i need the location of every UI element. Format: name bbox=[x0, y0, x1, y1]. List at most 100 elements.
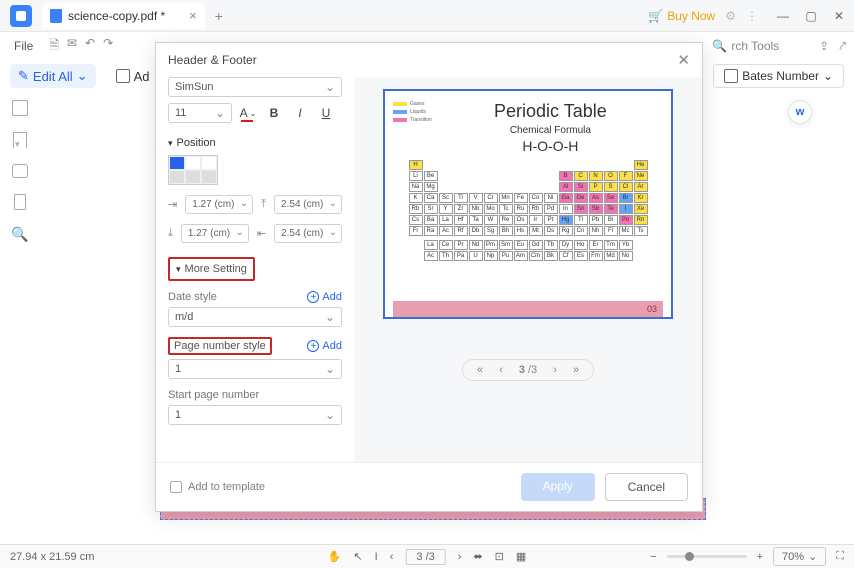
lanthanide-row: LaCePrNdPmSmEuGdTbDyHoErTmYb AcThPaUNpPu… bbox=[424, 240, 633, 261]
fit-width-icon[interactable]: ⬌ bbox=[473, 550, 482, 563]
preview-page-no: 03 bbox=[647, 304, 657, 314]
pos-bl[interactable] bbox=[169, 170, 185, 184]
start-page-value: 1 bbox=[175, 409, 181, 421]
cancel-label: Cancel bbox=[628, 480, 665, 494]
hand-tool-icon[interactable]: ✋ bbox=[328, 550, 342, 563]
add-to-template-checkbox[interactable]: Add to template bbox=[170, 481, 265, 493]
preview-pager: « ‹ 3 /3 › » bbox=[462, 359, 594, 381]
margin-bottom-input[interactable]: 1.27 (cm) bbox=[181, 224, 249, 243]
document-tab[interactable]: science-copy.pdf * × bbox=[42, 3, 205, 29]
dialog-header: Header & Footer ✕ bbox=[156, 43, 702, 77]
page-number-style-select[interactable]: 1 bbox=[168, 359, 342, 379]
margin-bottom-icon: ⤓ bbox=[168, 227, 173, 240]
fit-page-icon[interactable]: ⊡ bbox=[495, 550, 504, 563]
start-page-select[interactable]: 1 bbox=[168, 405, 342, 425]
comment-icon[interactable] bbox=[12, 164, 28, 178]
add-button[interactable]: Ad bbox=[116, 69, 150, 84]
search-icon[interactable]: 🔍 bbox=[712, 39, 727, 53]
plus-icon: + bbox=[307, 291, 319, 303]
margin-right-input[interactable]: 2.54 (cm) bbox=[274, 195, 342, 214]
prev-page-icon[interactable]: ‹ bbox=[390, 551, 394, 563]
more-icon[interactable]: ⋮ bbox=[746, 9, 758, 23]
next-page-button[interactable]: › bbox=[553, 364, 557, 376]
margin-left-input[interactable]: 2.54 (cm) bbox=[274, 224, 342, 243]
pencil-icon: ✎ bbox=[18, 68, 29, 84]
search-rail-icon[interactable]: 🔍 bbox=[11, 226, 28, 243]
add-to-template-label: Add to template bbox=[188, 481, 265, 493]
fullscreen-icon[interactable]: ⛶ bbox=[836, 550, 844, 563]
next-page-icon[interactable]: › bbox=[458, 551, 462, 563]
font-color-button[interactable]: A⌄ bbox=[238, 103, 258, 123]
save-icon[interactable]: 🗎 bbox=[49, 36, 59, 57]
dialog-footer: Add to template Apply Cancel bbox=[156, 462, 702, 511]
settings-icon[interactable]: ⚙ bbox=[725, 9, 736, 23]
attachment-icon[interactable] bbox=[14, 194, 26, 210]
italic-button[interactable]: I bbox=[290, 103, 310, 123]
apply-button[interactable]: Apply bbox=[521, 473, 595, 501]
export-icon[interactable]: ⇪ bbox=[819, 39, 829, 53]
pos-br[interactable] bbox=[201, 170, 217, 184]
pos-tr[interactable] bbox=[201, 156, 217, 170]
font-size-select[interactable]: 11 bbox=[168, 103, 232, 123]
zoom-thumb[interactable] bbox=[685, 552, 694, 561]
file-menu[interactable]: File bbox=[8, 35, 39, 57]
share-icon[interactable]: ⤤ bbox=[839, 39, 846, 54]
pos-tc[interactable] bbox=[185, 156, 201, 170]
cancel-button[interactable]: Cancel bbox=[605, 473, 688, 501]
font-family-select[interactable]: SimSun bbox=[168, 77, 342, 97]
maximize-button[interactable]: ▢ bbox=[800, 5, 822, 27]
bates-icon bbox=[724, 69, 738, 83]
pos-tl[interactable] bbox=[169, 156, 185, 170]
bates-label: Bates Number bbox=[742, 69, 819, 83]
zoom-out-button[interactable]: − bbox=[650, 551, 656, 563]
preview-formula: H-O-O-H bbox=[438, 138, 663, 154]
preview-footer: 03 bbox=[393, 301, 663, 317]
checkbox-icon bbox=[170, 481, 182, 493]
margin-right-icon: ⤒ bbox=[261, 198, 266, 211]
select-tool-icon[interactable]: ↖ bbox=[353, 550, 362, 563]
view-mode-icon[interactable]: ▦ bbox=[516, 550, 526, 563]
more-setting-section[interactable]: ▾ More Setting bbox=[168, 257, 255, 281]
settings-panel: SimSun 11 A⌄ B I U ▾ Position ⇥ bbox=[156, 77, 354, 462]
buy-now-link[interactable]: 🛒 Buy Now bbox=[648, 9, 715, 23]
margin-bottom-value: 1.27 (cm) bbox=[188, 228, 230, 239]
word-badge[interactable]: w bbox=[788, 100, 812, 124]
thumbnails-icon[interactable] bbox=[12, 100, 28, 116]
cart-icon: 🛒 bbox=[648, 9, 663, 23]
position-section[interactable]: ▾ Position bbox=[168, 137, 342, 149]
zoom-select[interactable]: 70%⌄ bbox=[773, 547, 826, 566]
redo-icon[interactable]: ↷ bbox=[103, 36, 113, 57]
undo-icon[interactable]: ↶ bbox=[85, 36, 95, 57]
add-label: Add bbox=[322, 340, 342, 352]
last-page-button[interactable]: » bbox=[573, 364, 579, 376]
add-date-button[interactable]: +Add bbox=[307, 291, 342, 303]
close-tab-icon[interactable]: × bbox=[189, 8, 197, 23]
date-style-select[interactable]: m/d bbox=[168, 307, 342, 327]
cursor-tool-icon[interactable]: I bbox=[375, 551, 378, 563]
zoom-slider[interactable] bbox=[667, 555, 747, 558]
prev-page-button[interactable]: ‹ bbox=[499, 364, 503, 376]
pos-bc[interactable] bbox=[185, 170, 201, 184]
margin-top-value: 1.27 (cm) bbox=[192, 199, 234, 210]
minimize-button[interactable]: — bbox=[772, 5, 794, 27]
mail-icon[interactable]: ✉ bbox=[67, 36, 77, 57]
underline-button[interactable]: U bbox=[316, 103, 336, 123]
margin-top-input[interactable]: 1.27 (cm) bbox=[185, 195, 253, 214]
zoom-value: 70% bbox=[782, 551, 804, 563]
bold-button[interactable]: B bbox=[264, 103, 284, 123]
zoom-in-button[interactable]: + bbox=[757, 551, 763, 563]
add-page-number-button[interactable]: +Add bbox=[307, 340, 342, 352]
bates-number-button[interactable]: Bates Number ⌄ bbox=[713, 64, 844, 88]
first-page-button[interactable]: « bbox=[477, 364, 483, 376]
bookmark-icon[interactable]: ▾ bbox=[13, 132, 27, 148]
dialog-close-button[interactable]: ✕ bbox=[677, 51, 690, 69]
close-window-button[interactable]: ✕ bbox=[828, 5, 850, 27]
new-tab-button[interactable]: + bbox=[215, 8, 223, 24]
left-rail: ▾ 🔍 bbox=[0, 92, 40, 243]
status-page-cur[interactable]: 3 bbox=[416, 551, 422, 563]
apply-label: Apply bbox=[543, 479, 573, 493]
font-family-value: SimSun bbox=[175, 81, 214, 93]
header-footer-dialog: Header & Footer ✕ SimSun 11 A⌄ B I U ▾ P… bbox=[155, 42, 703, 512]
edit-all-button[interactable]: ✎ Edit All ⌄ bbox=[10, 64, 96, 88]
position-grid[interactable] bbox=[168, 155, 218, 185]
